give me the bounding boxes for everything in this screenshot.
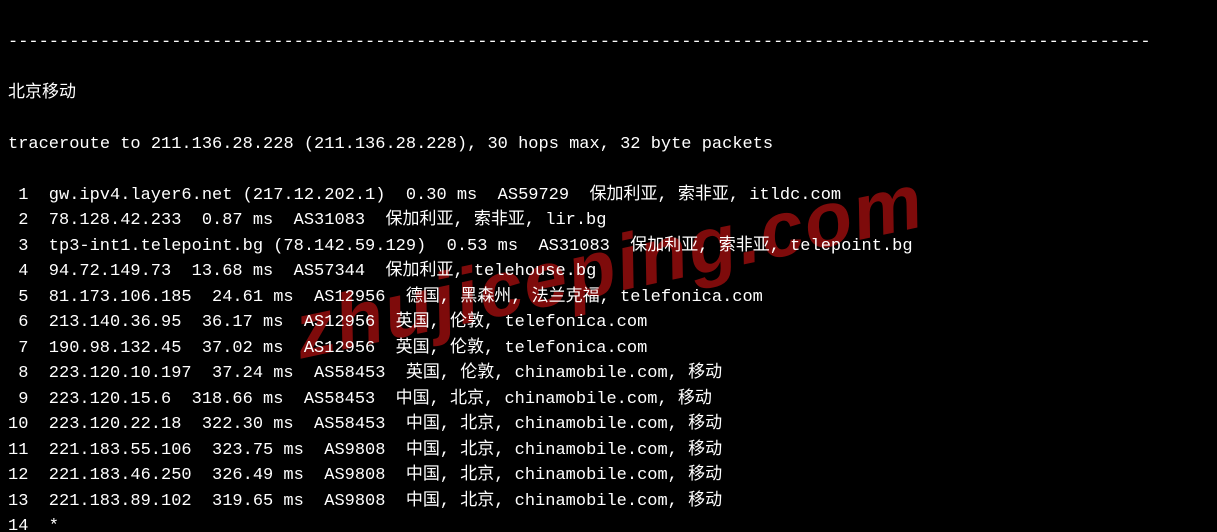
hop-number: 5 xyxy=(8,285,28,311)
hop-number: 2 xyxy=(8,208,28,234)
hop-number: 4 xyxy=(8,259,28,285)
hop-number: 1 xyxy=(8,183,28,209)
hop-row: 12 221.183.46.250 326.49 ms AS9808 中国, 北… xyxy=(8,463,1209,489)
hop-detail: tp3-int1.telepoint.bg (78.142.59.129) 0.… xyxy=(28,237,912,256)
hop-number: 13 xyxy=(8,489,28,515)
terminal-output: ----------------------------------------… xyxy=(0,0,1217,532)
hop-detail: 221.183.55.106 323.75 ms AS9808 中国, 北京, … xyxy=(28,441,722,460)
hop-detail: 78.128.42.233 0.87 ms AS31083 保加利亚, 索非亚,… xyxy=(28,211,606,230)
hop-row: 9 223.120.15.6 318.66 ms AS58453 中国, 北京,… xyxy=(8,387,1209,413)
hop-detail: 223.120.15.6 318.66 ms AS58453 中国, 北京, c… xyxy=(28,390,712,409)
hop-detail: 221.183.46.250 326.49 ms AS9808 中国, 北京, … xyxy=(28,466,722,485)
hop-number: 6 xyxy=(8,310,28,336)
hop-row: 3 tp3-int1.telepoint.bg (78.142.59.129) … xyxy=(8,234,1209,260)
hop-detail: 81.173.106.185 24.61 ms AS12956 德国, 黑森州,… xyxy=(28,288,763,307)
separator-line: ----------------------------------------… xyxy=(8,30,1209,56)
hop-number: 7 xyxy=(8,336,28,362)
hop-row: 1 gw.ipv4.layer6.net (217.12.202.1) 0.30… xyxy=(8,183,1209,209)
hop-list: 1 gw.ipv4.layer6.net (217.12.202.1) 0.30… xyxy=(8,183,1209,532)
hop-row: 14 * xyxy=(8,514,1209,532)
hop-number: 11 xyxy=(8,438,28,464)
hop-detail: 223.120.22.18 322.30 ms AS58453 中国, 北京, … xyxy=(28,415,722,434)
hop-detail: 213.140.36.95 36.17 ms AS12956 英国, 伦敦, t… xyxy=(28,313,647,332)
hop-number: 10 xyxy=(8,412,28,438)
hop-detail: gw.ipv4.layer6.net (217.12.202.1) 0.30 m… xyxy=(28,186,841,205)
hop-number: 3 xyxy=(8,234,28,260)
hop-row: 5 81.173.106.185 24.61 ms AS12956 德国, 黑森… xyxy=(8,285,1209,311)
hop-row: 6 213.140.36.95 36.17 ms AS12956 英国, 伦敦,… xyxy=(8,310,1209,336)
hop-row: 8 223.120.10.197 37.24 ms AS58453 英国, 伦敦… xyxy=(8,361,1209,387)
hop-row: 7 190.98.132.45 37.02 ms AS12956 英国, 伦敦,… xyxy=(8,336,1209,362)
hop-row: 13 221.183.89.102 319.65 ms AS9808 中国, 北… xyxy=(8,489,1209,515)
traceroute-header: traceroute to 211.136.28.228 (211.136.28… xyxy=(8,132,1209,158)
hop-row: 4 94.72.149.73 13.68 ms AS57344 保加利亚, te… xyxy=(8,259,1209,285)
hop-detail: 94.72.149.73 13.68 ms AS57344 保加利亚, tele… xyxy=(28,262,596,281)
hop-detail: 223.120.10.197 37.24 ms AS58453 英国, 伦敦, … xyxy=(28,364,722,383)
hop-number: 8 xyxy=(8,361,28,387)
hop-detail: 190.98.132.45 37.02 ms AS12956 英国, 伦敦, t… xyxy=(28,339,647,358)
hop-row: 10 223.120.22.18 322.30 ms AS58453 中国, 北… xyxy=(8,412,1209,438)
route-title: 北京移动 xyxy=(8,81,1209,107)
hop-number: 12 xyxy=(8,463,28,489)
hop-detail: * xyxy=(28,517,59,532)
hop-detail: 221.183.89.102 319.65 ms AS9808 中国, 北京, … xyxy=(28,492,722,511)
hop-number: 14 xyxy=(8,514,28,532)
hop-row: 11 221.183.55.106 323.75 ms AS9808 中国, 北… xyxy=(8,438,1209,464)
hop-number: 9 xyxy=(8,387,28,413)
hop-row: 2 78.128.42.233 0.87 ms AS31083 保加利亚, 索非… xyxy=(8,208,1209,234)
